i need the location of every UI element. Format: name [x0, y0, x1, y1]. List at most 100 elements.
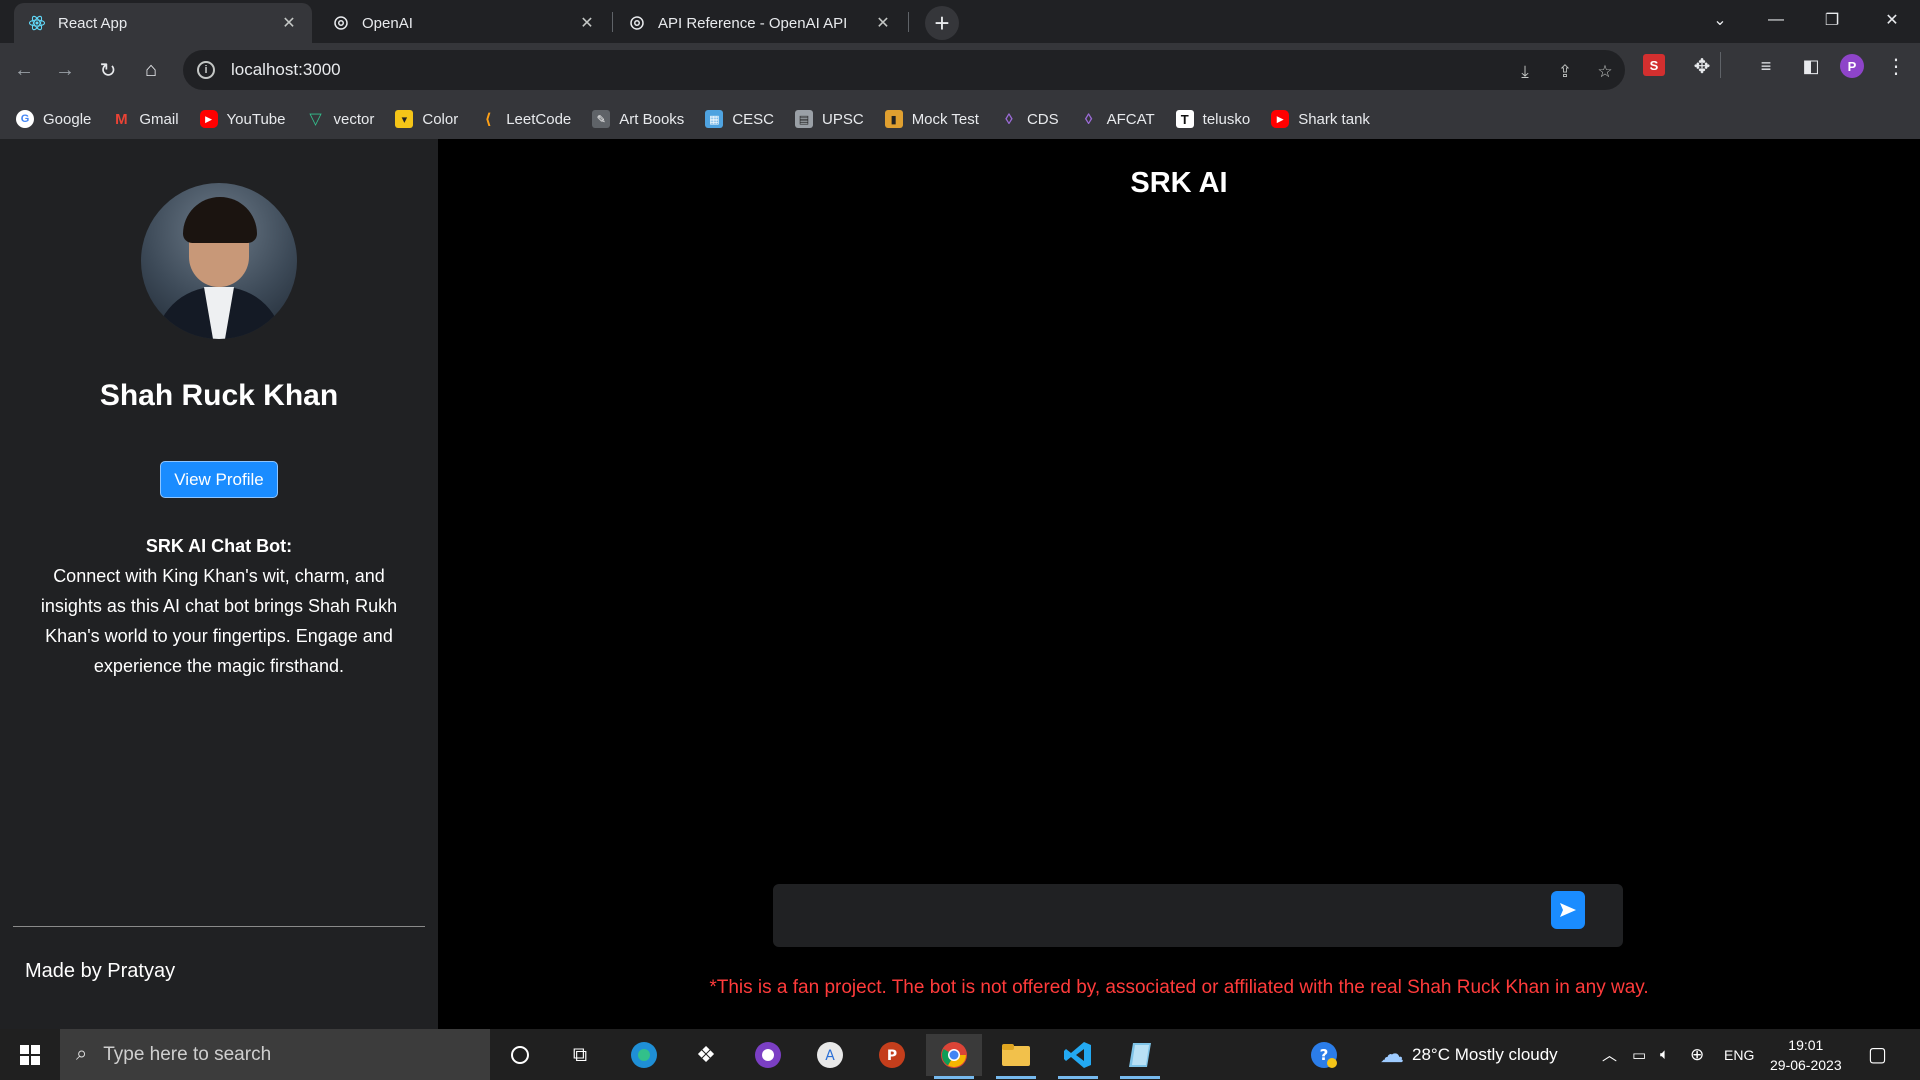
- edge-icon: [631, 1042, 657, 1068]
- powerpoint-icon: P: [879, 1042, 905, 1068]
- cloud-icon: ☁: [1380, 1041, 1404, 1068]
- show-hidden-icons[interactable]: ︿: [1602, 1029, 1617, 1080]
- back-button[interactable]: ←: [7, 53, 41, 87]
- address-bar[interactable]: i localhost:3000 ⤓ ⇪ ☆: [183, 50, 1625, 90]
- folder-icon: [1002, 1044, 1030, 1066]
- bookmark-cds[interactable]: ◊ CDS: [1000, 110, 1058, 128]
- bookmark-art-books[interactable]: ✎ Art Books: [592, 110, 684, 128]
- home-button[interactable]: ⌂: [134, 53, 168, 87]
- share-icon[interactable]: ⇪: [1553, 60, 1577, 84]
- bookmark-label: AFCAT: [1106, 110, 1155, 128]
- chevron-down-icon: ⌄: [1713, 12, 1727, 29]
- language-indicator[interactable]: ENG: [1724, 1029, 1754, 1080]
- artbooks-icon: ✎: [592, 110, 611, 128]
- bookmark-gmail[interactable]: M Gmail: [112, 110, 178, 128]
- bookmark-afcat[interactable]: ◊ AFCAT: [1080, 110, 1155, 128]
- minimize-icon: —: [1768, 11, 1784, 28]
- openai-icon: [628, 14, 646, 32]
- send-button[interactable]: [1551, 891, 1585, 929]
- media-control-icon[interactable]: ≡: [1752, 52, 1780, 80]
- taskbar-edge[interactable]: [616, 1034, 672, 1076]
- install-app-icon[interactable]: ⤓: [1513, 60, 1537, 84]
- help-tray-icon[interactable]: ?: [1310, 1029, 1338, 1080]
- tab-title: React App: [58, 14, 128, 32]
- taskbar-search[interactable]: ⌕ Type here to search: [60, 1029, 490, 1080]
- clock[interactable]: 19:01 29-06-2023: [1770, 1029, 1842, 1080]
- svg-text:?: ?: [1320, 1046, 1329, 1064]
- tab-api-reference[interactable]: API Reference - OpenAI API ✕: [614, 3, 906, 43]
- bookmark-google[interactable]: G Google: [16, 110, 91, 128]
- restore-button[interactable]: ❐: [1804, 0, 1860, 40]
- bookmark-label: Mock Test: [911, 110, 979, 128]
- taskbar-github[interactable]: [740, 1034, 796, 1076]
- bookmark-label: LeetCode: [506, 110, 572, 128]
- taskbar-file-explorer[interactable]: [988, 1034, 1044, 1079]
- close-tab-icon[interactable]: ✕: [578, 14, 596, 32]
- youtube-icon: ▶: [199, 110, 218, 128]
- bookmark-shark-tank[interactable]: ▶ Shark tank: [1271, 110, 1370, 128]
- windows-icon: [20, 1044, 40, 1065]
- close-window-button[interactable]: ✕: [1864, 0, 1920, 40]
- side-panel-icon[interactable]: ◧: [1797, 52, 1825, 80]
- reload-button[interactable]: ↻: [91, 53, 125, 87]
- profile-name: Shah Ruck Khan: [99, 379, 339, 412]
- new-tab-button[interactable]: +: [925, 6, 959, 40]
- star-bookmark-icon[interactable]: ☆: [1593, 60, 1617, 84]
- close-icon: ✕: [1885, 12, 1899, 29]
- more-menu-icon[interactable]: ⋮: [1882, 52, 1910, 80]
- network-globe-icon[interactable]: ⊕: [1690, 1029, 1704, 1080]
- extensions-puzzle-icon[interactable]: ✥: [1688, 52, 1716, 80]
- taskbar-chrome[interactable]: [926, 1034, 982, 1079]
- bookmark-label: Art Books: [619, 110, 685, 128]
- taskbar-app-a[interactable]: A: [802, 1034, 858, 1076]
- bookmark-telusko[interactable]: Ttelusko: [1175, 110, 1250, 128]
- bookmark-color[interactable]: ▾ Color: [395, 110, 458, 128]
- site-info-icon[interactable]: i: [197, 61, 215, 79]
- tab-openai[interactable]: OpenAI ✕: [318, 3, 610, 43]
- cds-icon: ◊: [1005, 110, 1013, 128]
- view-profile-button[interactable]: View Profile: [160, 461, 278, 498]
- notifications-icon[interactable]: ▢: [1868, 1029, 1887, 1080]
- taskbar-notepad[interactable]: [1112, 1034, 1168, 1079]
- bookmark-label: Shark tank: [1298, 110, 1370, 128]
- bookmark-mock-test[interactable]: ▮ Mock Test: [884, 110, 979, 128]
- afcat-icon: ◊: [1084, 110, 1093, 128]
- svg-text:A: A: [825, 1048, 835, 1064]
- profile-avatar[interactable]: P: [1840, 54, 1864, 78]
- cortana-icon: [511, 1046, 529, 1064]
- bookmark-label: Color: [422, 110, 459, 128]
- chevron-up-icon: ︿: [1602, 1047, 1618, 1064]
- clock-date: 29-06-2023: [1770, 1056, 1842, 1073]
- bookmark-youtube[interactable]: ▶ YouTube: [199, 110, 286, 128]
- forward-button[interactable]: →: [48, 53, 82, 87]
- start-button[interactable]: [0, 1029, 60, 1080]
- task-view-icon: ⧉: [572, 1043, 588, 1066]
- chat-input[interactable]: [787, 896, 1547, 936]
- dropbox-icon: ❖: [696, 1042, 716, 1067]
- browser-toolbar: ← → ↻ ⌂ i localhost:3000 ⤓ ⇪ ☆ S ✥ ≡ ◧ P…: [0, 43, 1920, 139]
- minimize-button[interactable]: —: [1748, 0, 1804, 40]
- battery-icon[interactable]: ▭: [1632, 1029, 1646, 1080]
- bookmark-cesc[interactable]: ▦ CESC: [705, 110, 774, 128]
- upsc-icon: ▤: [795, 110, 813, 128]
- bookmark-upsc[interactable]: ▤ UPSC: [795, 110, 864, 128]
- weather-widget[interactable]: ☁ 28°C Mostly cloudy: [1380, 1029, 1558, 1080]
- gmail-icon: M: [115, 110, 128, 128]
- chrome-icon: [941, 1042, 967, 1068]
- volume-icon[interactable]: 🔈︎: [1660, 1029, 1669, 1080]
- bookmark-vector[interactable]: ▽ vector: [307, 110, 374, 129]
- taskbar-powerpoint[interactable]: P: [864, 1034, 920, 1076]
- taskbar-vscode[interactable]: [1050, 1034, 1106, 1079]
- close-tab-icon[interactable]: ✕: [874, 14, 892, 32]
- cortana-button[interactable]: [492, 1034, 548, 1076]
- close-tab-icon[interactable]: ✕: [280, 14, 298, 32]
- tab-react-app[interactable]: React App ✕: [14, 3, 312, 43]
- task-view-button[interactable]: ⧉: [552, 1034, 608, 1076]
- tab-search-button[interactable]: ⌄: [1692, 0, 1748, 40]
- extension-s-icon[interactable]: S: [1643, 54, 1665, 76]
- vscode-icon: [1064, 1042, 1091, 1068]
- bookmark-leetcode[interactable]: ⟨ LeetCode: [479, 110, 572, 129]
- send-icon: [1560, 903, 1576, 917]
- bookmark-label: UPSC: [822, 110, 864, 128]
- taskbar-dropbox[interactable]: ❖: [678, 1034, 734, 1076]
